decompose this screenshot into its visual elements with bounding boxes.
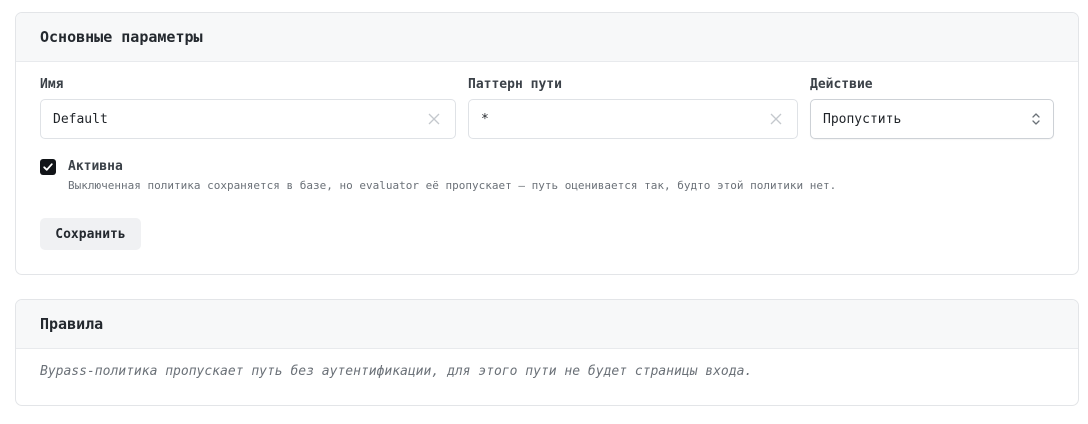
path-pattern-input[interactable]: * — [468, 99, 798, 139]
clear-path-icon[interactable] — [769, 112, 783, 126]
name-input-value: Default — [53, 111, 108, 127]
name-input[interactable]: Default — [40, 99, 456, 139]
action-label: Действие — [810, 77, 873, 92]
active-description: Выключенная политика сохраняется в базе,… — [68, 179, 837, 192]
rules-note: Bypass-политика пропускает путь без ауте… — [40, 364, 753, 379]
rules-card: Правила Bypass-политика пропускает путь … — [15, 299, 1079, 406]
save-button[interactable]: Сохранить — [40, 218, 141, 250]
clear-name-icon[interactable] — [427, 112, 441, 126]
main-params-title: Основные параметры — [16, 13, 1078, 62]
rules-title: Правила — [16, 300, 1078, 349]
path-pattern-value: * — [481, 111, 489, 127]
main-params-card: Основные параметры Имя Default Паттерн п… — [15, 12, 1079, 275]
chevron-up-down-icon — [1032, 113, 1040, 125]
name-label: Имя — [40, 77, 64, 92]
action-select-value: Пропустить — [823, 111, 902, 127]
active-toggle-row: Активна Выключенная политика сохраняется… — [40, 158, 836, 193]
active-label: Активна — [68, 159, 123, 174]
checkmark-icon — [43, 163, 53, 171]
path-pattern-label: Паттерн пути — [468, 77, 562, 92]
action-select[interactable]: Пропустить — [810, 99, 1054, 139]
active-checkbox[interactable] — [40, 159, 56, 175]
